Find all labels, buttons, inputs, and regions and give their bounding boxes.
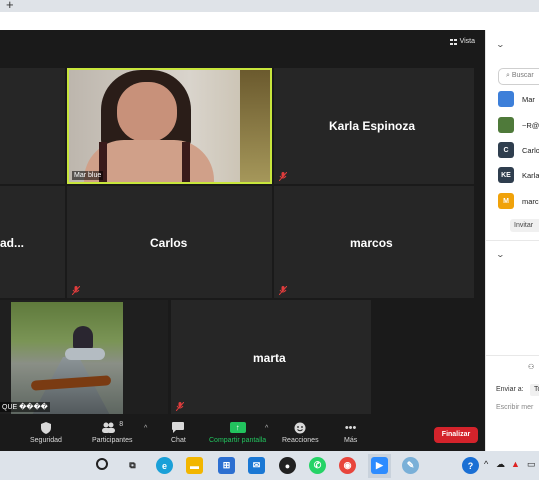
participant-row-name: Mar: [522, 94, 535, 104]
reaction-emoji-icon: [294, 421, 306, 434]
panel-divider: [486, 240, 539, 241]
participants-caret-icon[interactable]: ^: [144, 425, 147, 432]
avatar: C: [498, 142, 514, 158]
avatar: [498, 117, 514, 133]
view-button[interactable]: Vista: [449, 38, 475, 45]
video-tile-mar-blue[interactable]: Mar blue: [67, 68, 272, 184]
chrome-icon[interactable]: ◉: [339, 457, 356, 474]
more-dots-icon: •••: [344, 421, 357, 434]
store-icon[interactable]: ⊞: [218, 457, 235, 474]
tray-antivirus-icon[interactable]: ▲: [511, 459, 520, 469]
participant-name-label: Mar blue: [72, 171, 104, 180]
mail-icon[interactable]: ✉: [248, 457, 265, 474]
chat-label: Chat: [171, 437, 186, 444]
video-tile-que[interactable]: QUE ����: [0, 300, 168, 414]
muted-mic-icon: [279, 286, 287, 295]
video-tile-marta[interactable]: marta: [171, 300, 371, 414]
share-screen-button[interactable]: ↑ Compartir pantalla: [209, 421, 266, 444]
muted-mic-icon: [72, 286, 80, 295]
participant-row[interactable]: ~R@: [498, 117, 539, 133]
participant-row[interactable]: Mar: [498, 91, 535, 107]
task-view-icon[interactable]: ⧉: [124, 457, 141, 474]
chat-collapse-chevron-icon[interactable]: ⌄: [496, 250, 505, 259]
browser-tab-strip: +: [0, 0, 539, 12]
participant-name-label: QUE ����: [0, 402, 50, 412]
chat-divider: [486, 355, 539, 356]
invite-button[interactable]: Invitar: [510, 219, 539, 232]
participant-name: Carlos: [150, 236, 188, 250]
share-caret-icon[interactable]: ^: [265, 425, 268, 432]
muted-mic-icon: [279, 172, 287, 181]
search-placeholder: Buscar: [511, 72, 534, 79]
participant-name: marcos: [350, 236, 393, 250]
share-screen-icon: ↑: [229, 421, 246, 434]
paint-icon[interactable]: ✎: [402, 457, 419, 474]
reactions-label: Reacciones: [282, 437, 319, 444]
send-to-dropdown[interactable]: To: [530, 384, 539, 396]
participant-row-name: Karla: [522, 170, 539, 180]
tray-expand-icon[interactable]: ^: [484, 459, 488, 469]
meeting-toolbar: Seguridad 8 Participantes ^ Chat ↑ Compa…: [0, 417, 485, 451]
chat-button[interactable]: Chat: [171, 421, 186, 444]
grid-view-icon: [449, 38, 457, 45]
github-icon[interactable]: ●: [279, 457, 296, 474]
new-tab-button[interactable]: +: [6, 0, 14, 12]
participant-row[interactable]: M marc: [498, 193, 539, 209]
avatar: M: [498, 193, 514, 209]
participant-row[interactable]: KE Karla: [498, 167, 539, 183]
participant-name: ad...: [0, 236, 25, 250]
avatar: KE: [498, 167, 514, 183]
share-screen-label: Compartir pantalla: [209, 437, 267, 444]
participants-button[interactable]: 8 Participantes: [92, 421, 132, 444]
tray-network-icon[interactable]: ☁: [496, 459, 505, 470]
video-tile-carlos[interactable]: Carlos: [67, 186, 272, 298]
participant-row-name: marc: [522, 196, 539, 206]
reactions-button[interactable]: Reacciones: [282, 421, 319, 444]
participant-row-name: ~R@: [522, 120, 539, 130]
more-label: Más: [344, 437, 358, 444]
help-icon[interactable]: ?: [462, 457, 479, 474]
video-tile-ad[interactable]: ad...: [0, 186, 65, 298]
view-button-label: Vista: [459, 38, 475, 45]
participants-label: Participantes: [92, 437, 133, 444]
avatar: [498, 91, 514, 107]
participant-name: Karla Espinoza: [329, 119, 416, 133]
more-button[interactable]: ••• Más: [344, 421, 358, 445]
chat-bubble-icon: [172, 421, 185, 434]
meeting-gallery: Vista Mar blue Karla Espinoza ad... Carl…: [0, 30, 485, 451]
search-icon[interactable]: [96, 458, 108, 470]
windows-taskbar: ⧉ e ▬ ⊞ ✉ ● ✆ ◉ ▶ ✎ ? ^ ☁ ▲ ▭: [0, 451, 539, 480]
participant-video: [69, 70, 270, 182]
video-tile-karla-espinoza[interactable]: Karla Espinoza: [274, 68, 474, 184]
participants-panel: ⌄ ⌕ Buscar Mar ~R@ C Carlo KE Karla M ma…: [485, 30, 539, 451]
tray-battery-icon[interactable]: ▭: [527, 459, 536, 470]
collapse-chevron-icon[interactable]: ⌄: [496, 40, 505, 49]
send-to-label: Enviar a:: [496, 386, 524, 393]
security-label: Seguridad: [30, 437, 62, 444]
whatsapp-icon[interactable]: ✆: [309, 457, 326, 474]
participants-icon: 8: [101, 421, 123, 434]
edge-browser-icon[interactable]: e: [156, 457, 173, 474]
participants-count: 8: [119, 421, 124, 428]
zoom-icon[interactable]: ▶: [371, 457, 388, 474]
participant-row[interactable]: C Carlo: [498, 142, 539, 158]
participant-name: marta: [253, 351, 286, 365]
file-explorer-icon[interactable]: ▬: [186, 457, 203, 474]
muted-mic-icon: [176, 402, 184, 411]
participant-row-name: Carlo: [522, 145, 539, 155]
browser-toolbar: [0, 12, 539, 30]
chat-message-input[interactable]: Escribir mer: [496, 404, 533, 411]
end-meeting-button[interactable]: Finalizar: [434, 427, 478, 443]
profile-photo: [11, 302, 123, 414]
security-button[interactable]: Seguridad: [30, 421, 62, 444]
chat-participants-icon[interactable]: ⚇: [528, 363, 534, 371]
participant-search-input[interactable]: ⌕ Buscar: [498, 68, 539, 85]
screen: + Vista Mar blue Karla Espinoza ad... Ca…: [0, 0, 539, 480]
shield-icon: [40, 421, 51, 434]
video-tile-empty: [0, 68, 65, 184]
video-tile-marcos[interactable]: marcos: [274, 186, 474, 298]
